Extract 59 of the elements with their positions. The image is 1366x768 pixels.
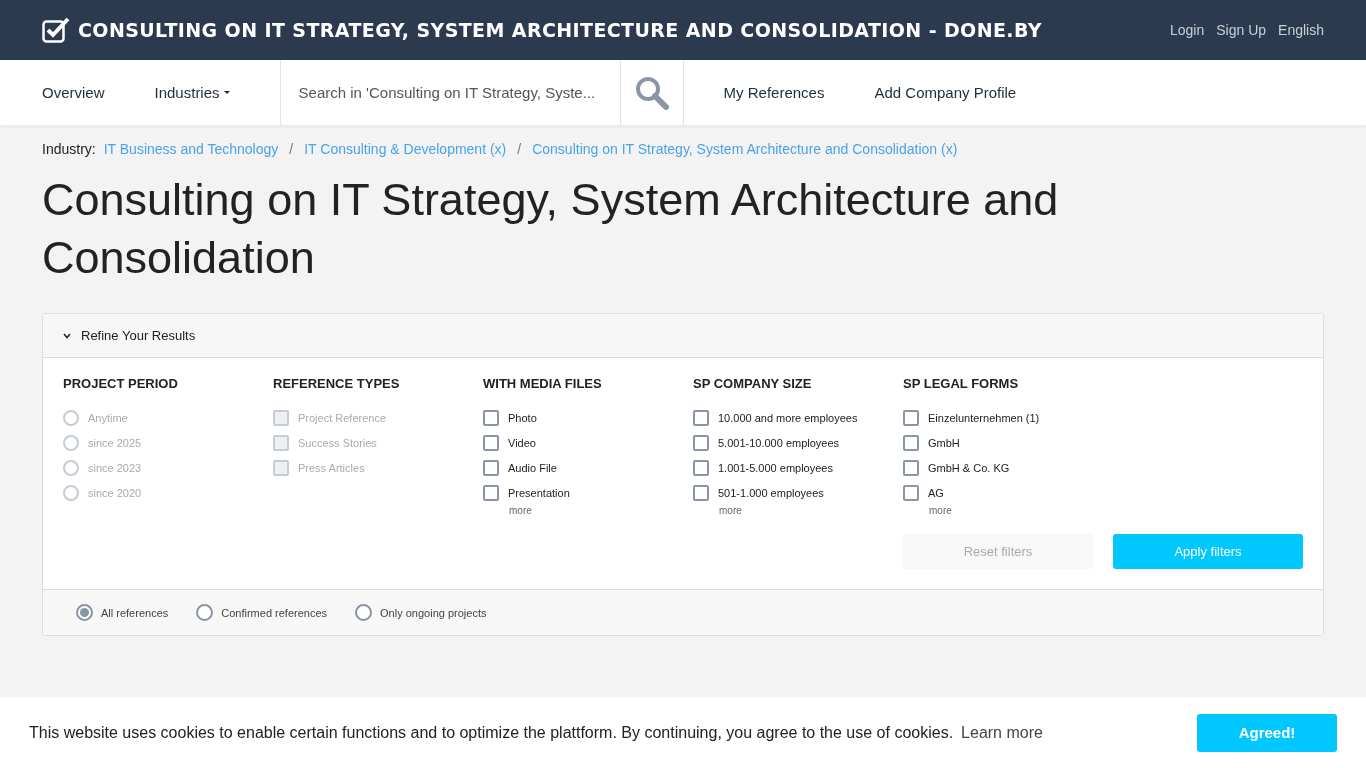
caret-icon bbox=[223, 91, 230, 94]
checkbox[interactable] bbox=[483, 484, 499, 501]
more-link[interactable]: more bbox=[929, 505, 952, 516]
radio-button[interactable] bbox=[355, 604, 373, 621]
checkbox-option[interactable]: GmbH & Co. KG bbox=[903, 455, 1113, 480]
filter-heading: PROJECT PERIOD bbox=[63, 376, 179, 391]
header-link[interactable]: Sign Up bbox=[1216, 22, 1267, 38]
checkbox-option[interactable]: 10.000 and more employees bbox=[693, 405, 903, 430]
checkbox[interactable] bbox=[693, 459, 709, 476]
checkbox-option[interactable]: 501-1.000 employees bbox=[693, 480, 903, 505]
cookie-notice: This website uses cookies to enable certain functions and to optimize the plattform. By continuing, you agree to the use of cookies. Learn more bbox=[29, 723, 1043, 742]
nav-link[interactable]: Overview bbox=[42, 60, 105, 125]
checkbox[interactable] bbox=[693, 409, 709, 426]
checkbox[interactable] bbox=[483, 459, 499, 476]
checkbox[interactable] bbox=[693, 484, 709, 501]
checkbox[interactable] bbox=[903, 409, 919, 426]
checkbox-logo-icon bbox=[42, 17, 70, 43]
learn-more-link[interactable]: Learn more bbox=[961, 723, 1043, 741]
more-link[interactable]: more bbox=[719, 505, 742, 516]
search-button[interactable] bbox=[619, 60, 684, 125]
checkbox[interactable] bbox=[903, 434, 919, 451]
site-title: CONSULTING ON IT STRATEGY, SYSTEM ARCHITECTURE AND CONSOLIDATION - DONE.BY bbox=[78, 19, 1042, 41]
radio-button[interactable] bbox=[196, 604, 214, 621]
chevron-icon bbox=[63, 332, 71, 339]
scope-option[interactable]: All references bbox=[76, 604, 169, 621]
header-link[interactable]: Login bbox=[1170, 22, 1205, 38]
header-link[interactable]: English bbox=[1278, 22, 1324, 38]
filter-heading: WITH MEDIA FILES bbox=[483, 376, 603, 391]
page-heading: Consulting on IT Strategy, System Architecture and Consolidation bbox=[42, 173, 1060, 285]
checkbox[interactable] bbox=[483, 434, 499, 451]
breadcrumb-label: Industry: bbox=[42, 141, 96, 157]
refine-toggle[interactable]: Refine Your Results bbox=[43, 314, 1323, 358]
nav-link[interactable]: Add Company Profile bbox=[874, 60, 1017, 125]
checkbox[interactable] bbox=[693, 434, 709, 451]
checkbox-option[interactable]: 5.001-10.000 employees bbox=[693, 430, 903, 455]
filter-heading: SP COMPANY SIZE bbox=[693, 376, 813, 391]
radio-button[interactable] bbox=[76, 604, 93, 621]
scope-option[interactable]: Only ongoing projects bbox=[355, 604, 487, 621]
breadcrumb-separator: / bbox=[517, 141, 522, 157]
checkbox-option[interactable]: Audio File bbox=[483, 455, 693, 480]
nav-link[interactable]: My References bbox=[723, 60, 825, 125]
search-field[interactable]: Search in 'Consulting on IT Strategy, Syste... bbox=[279, 60, 620, 125]
filter-heading: SP LEGAL FORMS bbox=[903, 376, 1020, 391]
checkbox[interactable] bbox=[483, 409, 499, 426]
checkbox-option[interactable]: Presentation bbox=[483, 480, 693, 505]
nav-link[interactable]: Industries bbox=[154, 60, 230, 125]
filter-heading: REFERENCE TYPES bbox=[273, 376, 401, 391]
checkbox[interactable] bbox=[903, 459, 919, 476]
scope-option[interactable]: Confirmed references bbox=[196, 604, 328, 621]
more-link[interactable]: more bbox=[509, 505, 532, 516]
checkbox-option[interactable]: GmbH bbox=[903, 430, 1113, 455]
checkbox-option[interactable]: AG bbox=[903, 480, 1113, 505]
checkbox[interactable] bbox=[903, 484, 919, 501]
checkbox-option[interactable]: Video bbox=[483, 430, 693, 455]
checkbox-option[interactable]: Photo bbox=[483, 405, 693, 430]
search-icon bbox=[634, 75, 669, 110]
breadcrumb-separator: / bbox=[289, 141, 294, 157]
checkbox-option[interactable]: 1.001-5.000 employees bbox=[693, 455, 903, 480]
checkbox-option[interactable]: Einzelunternehmen (1) bbox=[903, 405, 1113, 430]
